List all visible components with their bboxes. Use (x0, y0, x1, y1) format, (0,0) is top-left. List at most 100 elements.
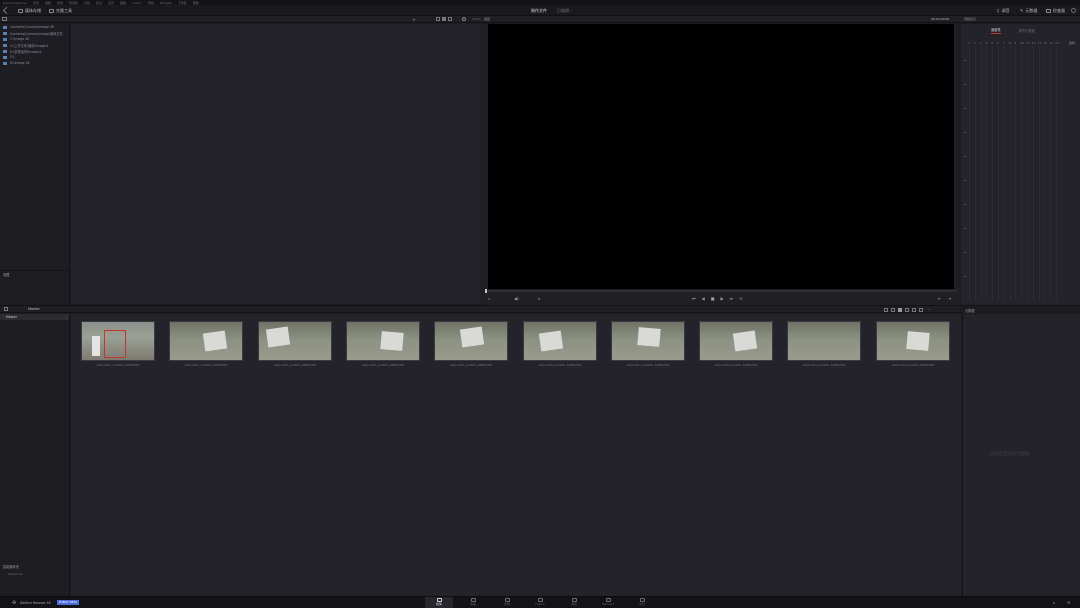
meter-channel-bar (1044, 46, 1046, 301)
audio-button[interactable]: ♫ 调音 (996, 7, 1010, 14)
home-icon[interactable]: ⌂ (1053, 600, 1056, 605)
clip-paper-object (906, 331, 930, 351)
menu-app[interactable]: DaVinci Resolve (3, 1, 27, 5)
clip-name: A001C007_210605_R4BM.MP4 (626, 363, 670, 367)
meter-channel-number: 15 (1049, 41, 1054, 45)
filter-icon[interactable] (891, 307, 895, 312)
page-tab-media[interactable]: 媒体 (425, 597, 453, 608)
list-view-icon[interactable] (436, 17, 440, 21)
settings-icon[interactable] (1071, 8, 1076, 13)
clip-thumbnail[interactable] (258, 321, 332, 361)
clip-thumbnail[interactable] (346, 321, 420, 361)
loop-icon[interactable]: ⟲ (739, 296, 742, 301)
tree-item[interactable]: Contents\Camera\Image\媒体文件 (0, 30, 69, 36)
mark-out-icon[interactable]: ⇥ (948, 296, 951, 301)
media-storage-button[interactable]: 媒体存储 (18, 7, 41, 14)
meter-tabs: 速度表 调节式表面 (991, 27, 1035, 34)
more-options-icon[interactable]: ⋯ (926, 307, 930, 312)
menu-view[interactable]: 显示 (108, 1, 114, 5)
meter-channel-bar (974, 46, 976, 301)
drive-icon (3, 49, 7, 53)
clip-thumbnail[interactable] (523, 321, 597, 361)
metadata-button[interactable]: ✎ 元数据 (1020, 7, 1037, 14)
clip-frame-mark (104, 330, 126, 358)
list-view-icon[interactable] (905, 307, 909, 312)
mark-in-icon[interactable]: ⇤ (938, 296, 941, 301)
menu-color[interactable]: 调色 (148, 1, 154, 5)
menu-file[interactable]: 文件 (33, 1, 39, 5)
stop-icon[interactable]: ■ (711, 296, 715, 301)
clip-paper-object (538, 330, 564, 352)
clip-thumbnail[interactable] (876, 321, 950, 361)
tab-speed-meter[interactable]: 速度表 (991, 27, 1001, 34)
menu-clip[interactable]: 片段 (84, 1, 90, 5)
filmstrip-view-icon[interactable] (448, 17, 452, 21)
speaker-icon[interactable]: ◀) (514, 296, 519, 301)
tree-item[interactable]: D:\Image 4K (0, 60, 69, 66)
file-tree-panel: Contents\Camera\Image 4K Contents\Camera… (0, 24, 70, 304)
jump-start-icon[interactable]: ⏮ (692, 296, 696, 301)
menu-fairlight[interactable]: Fairlight (160, 1, 172, 5)
clip-thumbnail[interactable] (699, 321, 773, 361)
menu-trim[interactable]: 修剪 (57, 1, 63, 5)
search-icon[interactable] (462, 17, 466, 21)
play-reverse-icon[interactable]: ◀ (702, 296, 705, 301)
menu-playback[interactable]: 播放 (120, 1, 126, 5)
search-toggle-icon[interactable] (919, 307, 923, 312)
top-toolbar: 媒体存储 克隆工具 制作文件 已编辑 ♫ 调音 ✎ 元数据 检查器 (0, 5, 1080, 16)
menu-fusion[interactable]: Fusion (132, 1, 142, 5)
monitor-label[interactable]: 监听 (1069, 41, 1075, 45)
page-tab-fairlight[interactable]: Fairlight (594, 597, 622, 608)
menu-mark[interactable]: 标记 (96, 1, 102, 5)
menu-timeline[interactable]: 时间线 (69, 1, 78, 5)
clip-name: A001C008_210605_R4BM.MP4 (714, 363, 758, 367)
clip-thumbnail[interactable] (81, 321, 155, 361)
menu-edit[interactable]: 编辑 (45, 1, 51, 5)
menu-workspace[interactable]: 工作区 (178, 1, 187, 5)
tab-control-surface[interactable]: 调节式表面 (1019, 28, 1035, 33)
viewer-left-label[interactable]: A (488, 297, 490, 301)
audio-meter-label: 音频表示 (964, 17, 977, 21)
inspector-button[interactable]: 检查器 (1046, 7, 1065, 14)
meter-channel-number: 8 (1008, 41, 1011, 45)
viewer-right-label[interactable]: B (538, 297, 540, 301)
page-tab-fusion[interactable]: Fusion (526, 597, 554, 608)
jump-end-icon[interactable]: ⏭ (730, 296, 734, 301)
clone-tool-button[interactable]: 克隆工具 (49, 7, 72, 14)
clip-thumbnail[interactable] (787, 321, 861, 361)
clip-thumbnail[interactable] (434, 321, 508, 361)
dropdown-arrow-icon[interactable]: ▾ (413, 17, 415, 22)
clip-thumbnail[interactable] (169, 321, 243, 361)
playhead[interactable] (485, 289, 487, 293)
scrub-bar[interactable] (485, 289, 957, 293)
meter-channel-number: 1 (968, 41, 970, 45)
page-tab-edit[interactable]: 剪辑 (493, 597, 521, 608)
sidebar-toggle-icon[interactable] (4, 307, 8, 311)
fit-dropdown[interactable]: 适配 (484, 17, 490, 21)
drive-icon (3, 37, 7, 41)
play-icon[interactable]: ▶ (720, 296, 723, 301)
back-arrow-icon[interactable] (2, 6, 11, 15)
smart-bin-keywords[interactable]: Keywords (8, 572, 22, 576)
clip-paper-object (732, 330, 758, 352)
source-viewer[interactable] (488, 24, 954, 289)
sort-icon[interactable] (884, 307, 888, 312)
meter-channel-bar (1027, 46, 1028, 301)
meter-scale-mark (964, 84, 966, 85)
page-tab-color[interactable]: 调色 (560, 597, 588, 608)
page-tab-deliver[interactable]: 交付 (628, 597, 656, 608)
project-settings-icon[interactable]: ⚙ (1067, 600, 1071, 605)
panel-toggle-icon[interactable] (2, 17, 7, 21)
media-storage-icon (18, 8, 23, 13)
grid-view-icon[interactable] (898, 307, 902, 312)
zoom-value[interactable]: 100% (472, 17, 481, 21)
clip-thumbnail[interactable] (611, 321, 685, 361)
thumbnail-view-icon[interactable] (442, 17, 446, 21)
bin-master[interactable]: Master (0, 314, 69, 320)
secondary-toolbar: ▾ 100% 适配 00:00:00:00 音频表示 (0, 16, 1080, 23)
metadata-view-icon[interactable] (912, 307, 916, 312)
media-storage-browser[interactable] (71, 24, 481, 304)
page-tab-cut[interactable]: 快编 (459, 597, 487, 608)
clip-name: A001C004_210605_R4BM.MP4 (361, 363, 405, 367)
menu-help[interactable]: 帮助 (193, 1, 199, 5)
